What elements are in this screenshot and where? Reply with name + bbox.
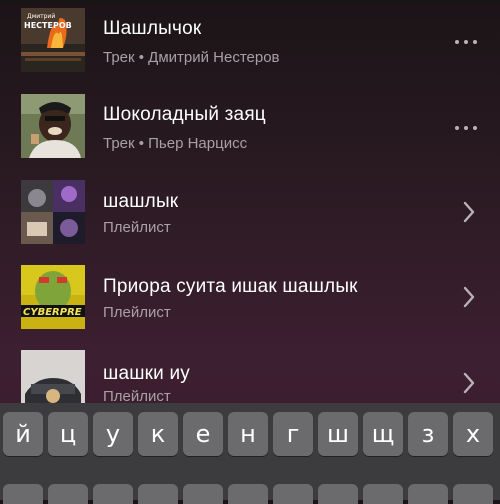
key-row2-partial[interactable] xyxy=(138,484,178,504)
key-row2-partial[interactable] xyxy=(183,484,223,504)
result-title: Шоколадный заяц xyxy=(103,104,266,125)
key-row2-partial[interactable] xyxy=(273,484,313,504)
playlist-collage-image xyxy=(21,180,85,244)
cover-text-top: Дмитрий xyxy=(27,13,55,20)
key-г[interactable]: г xyxy=(273,412,313,456)
key-row2-partial[interactable] xyxy=(48,484,88,504)
result-row-playlist[interactable]: шашлык Плейлист xyxy=(0,180,500,260)
result-row-track[interactable]: Дмитрий НЕСТЕРОВ Шашлычок Трек • Дмитрий… xyxy=(0,8,500,88)
result-subtitle: Трек • Дмитрий Нестеров xyxy=(103,49,280,66)
key-й[interactable]: й xyxy=(3,412,43,456)
key-у[interactable]: у xyxy=(93,412,133,456)
result-title: шашлык xyxy=(103,191,179,212)
key-з[interactable]: з xyxy=(408,412,448,456)
key-н[interactable]: н xyxy=(228,412,268,456)
key-щ[interactable]: щ xyxy=(363,412,403,456)
result-title: Приора суита ишак шашлык xyxy=(103,276,358,297)
key-к[interactable]: к xyxy=(138,412,178,456)
key-ц[interactable]: ц xyxy=(48,412,88,456)
key-row2-partial[interactable] xyxy=(93,484,133,504)
key-row2-partial[interactable] xyxy=(3,484,43,504)
key-х[interactable]: х xyxy=(453,412,493,456)
result-row-track[interactable]: Шоколадный заяц Трек • Пьер Нарцисс xyxy=(0,94,500,174)
result-title: шашки иу xyxy=(103,363,190,384)
cover-text-name: НЕСТЕРОВ xyxy=(24,21,72,30)
track-cover-image: Дмитрий НЕСТЕРОВ xyxy=(21,8,85,72)
key-е[interactable]: е xyxy=(183,412,223,456)
more-options-icon[interactable] xyxy=(455,37,483,47)
key-row2-partial[interactable] xyxy=(453,484,493,504)
track-cover-image xyxy=(21,94,85,158)
result-subtitle: Плейлист xyxy=(103,304,171,321)
chevron-right-icon[interactable] xyxy=(462,286,476,308)
onscreen-keyboard: й ц у к е н г ш щ з х xyxy=(0,403,500,504)
key-row2-partial[interactable] xyxy=(228,484,268,504)
key-row2-partial[interactable] xyxy=(318,484,358,504)
more-options-icon[interactable] xyxy=(455,123,483,133)
playlist-cover-image: CYBERPRE xyxy=(21,265,85,329)
key-row2-partial[interactable] xyxy=(363,484,403,504)
key-row2-partial[interactable] xyxy=(408,484,448,504)
chevron-right-icon[interactable] xyxy=(462,201,476,223)
cover-text: CYBERPRE xyxy=(23,307,82,318)
result-title: Шашлычок xyxy=(103,18,202,39)
chevron-right-icon[interactable] xyxy=(462,372,476,394)
result-subtitle: Трек • Пьер Нарцисс xyxy=(103,135,248,152)
key-ш[interactable]: ш xyxy=(318,412,358,456)
result-row-playlist[interactable]: CYBERPRE Приора суита ишак шашлык Плейли… xyxy=(0,265,500,345)
result-subtitle: Плейлист xyxy=(103,219,171,236)
